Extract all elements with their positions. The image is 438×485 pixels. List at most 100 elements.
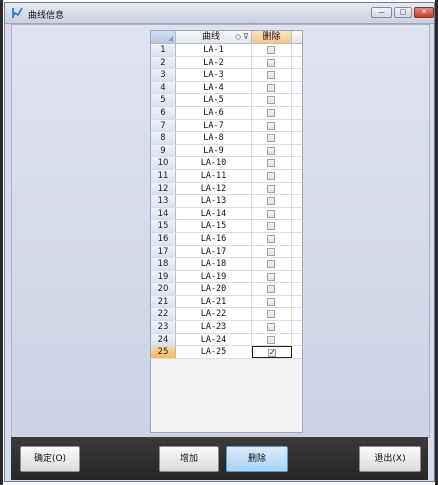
delete-cell[interactable] (252, 207, 292, 220)
delete-checkbox[interactable] (267, 108, 275, 117)
table-row[interactable]: 23 LA-23 (151, 321, 302, 334)
delete-cell[interactable] (252, 245, 292, 258)
delete-cell[interactable] (252, 144, 292, 157)
curve-name-cell[interactable]: LA-8 (176, 132, 252, 144)
curve-name-cell[interactable]: LA-14 (176, 207, 252, 220)
row-number[interactable]: 12 (151, 182, 176, 195)
row-number[interactable]: 6 (151, 106, 176, 119)
curve-name-cell[interactable]: LA-7 (176, 119, 252, 132)
table-row[interactable]: 16 LA-16 (151, 232, 302, 246)
table-row[interactable]: 21 LA-21 (151, 295, 302, 309)
row-number[interactable]: 5 (151, 94, 176, 106)
delete-cell[interactable] (252, 119, 292, 132)
table-row[interactable]: 10 LA-10 (151, 157, 302, 170)
table-row[interactable]: 8 LA-8 (151, 132, 302, 145)
curve-name-cell[interactable]: LA-4 (176, 81, 252, 94)
row-number[interactable]: 7 (151, 119, 176, 132)
delete-checkbox[interactable] (267, 58, 275, 67)
curve-name-cell[interactable]: LA-23 (176, 321, 252, 333)
curve-grid[interactable]: 曲线 ◇ ⊽ 删除 1 LA-1 2 LA-2 3 LA-3 4 LA-4 5 LA-5 6 LA-6… (150, 30, 303, 433)
delete-checkbox[interactable] (267, 171, 275, 180)
row-number[interactable]: 11 (151, 169, 176, 182)
delete-cell[interactable] (252, 69, 292, 81)
column-header-delete[interactable]: 删除 (252, 31, 292, 43)
delete-checkbox[interactable] (267, 96, 275, 105)
curve-name-cell[interactable]: LA-9 (176, 144, 252, 157)
row-number[interactable]: 8 (151, 132, 176, 144)
row-number[interactable]: 24 (151, 333, 176, 346)
table-row[interactable]: 5 LA-5 (151, 94, 302, 107)
delete-checkbox[interactable] (267, 83, 275, 92)
curve-name-cell[interactable]: LA-11 (176, 169, 252, 182)
delete-cell[interactable] (252, 169, 292, 182)
table-row[interactable]: 4 LA-4 (151, 81, 302, 95)
row-number[interactable]: 21 (151, 295, 176, 308)
title-bar[interactable]: 曲线信息 — □ ✕ (5, 3, 434, 24)
row-number[interactable]: 17 (151, 245, 176, 258)
row-number[interactable]: 16 (151, 232, 176, 245)
filter-icon[interactable]: ⊽ (243, 31, 249, 43)
table-row[interactable]: 6 LA-6 (151, 106, 302, 120)
curve-name-cell[interactable]: LA-3 (176, 69, 252, 81)
delete-cell[interactable] (252, 94, 292, 106)
table-row[interactable]: 3 LA-3 (151, 69, 302, 82)
table-row[interactable]: 12 LA-12 (151, 182, 302, 196)
curve-name-cell[interactable]: LA-18 (176, 258, 252, 270)
delete-checkbox[interactable] (267, 323, 275, 332)
delete-cell[interactable] (252, 270, 292, 283)
curve-name-cell[interactable]: LA-5 (176, 94, 252, 106)
delete-cell[interactable] (252, 258, 292, 270)
delete-cell[interactable] (252, 132, 292, 144)
delete-checkbox[interactable] (267, 134, 275, 143)
table-row[interactable]: 17 LA-17 (151, 245, 302, 259)
row-number[interactable]: 4 (151, 81, 176, 94)
add-button[interactable]: 增加 (159, 446, 219, 472)
curve-name-cell[interactable]: LA-6 (176, 106, 252, 119)
curve-name-cell[interactable]: LA-17 (176, 245, 252, 258)
table-row[interactable]: 18 LA-18 (151, 258, 302, 271)
exit-button[interactable]: 退出(X) (359, 446, 421, 472)
delete-checkbox[interactable] (267, 146, 275, 155)
row-number[interactable]: 2 (151, 56, 176, 69)
delete-checkbox[interactable] (267, 222, 275, 231)
row-number[interactable]: 23 (151, 321, 176, 333)
table-row[interactable]: 15 LA-15 (151, 220, 302, 233)
row-number[interactable]: 1 (151, 44, 176, 56)
table-row[interactable]: 22 LA-22 (151, 308, 302, 322)
minimize-button[interactable]: — (371, 7, 392, 18)
delete-checkbox[interactable] (267, 297, 275, 306)
delete-checkbox[interactable] (267, 197, 275, 206)
delete-cell[interactable] (252, 220, 292, 232)
table-row[interactable]: 24 LA-24 (151, 333, 302, 347)
delete-checkbox[interactable] (267, 71, 275, 80)
table-row[interactable]: 25 LA-25 ✓ (151, 346, 302, 359)
row-number[interactable]: 10 (151, 157, 176, 169)
curve-name-cell[interactable]: LA-15 (176, 220, 252, 232)
curve-name-cell[interactable]: LA-13 (176, 195, 252, 207)
delete-cell[interactable] (252, 295, 292, 308)
close-button[interactable]: ✕ (414, 7, 434, 18)
curve-name-cell[interactable]: LA-19 (176, 270, 252, 283)
delete-checkbox[interactable] (267, 247, 275, 256)
delete-checkbox[interactable] (267, 159, 275, 168)
row-number[interactable]: 3 (151, 69, 176, 81)
delete-cell[interactable] (252, 81, 292, 94)
table-row[interactable]: 11 LA-11 (151, 169, 302, 183)
delete-checkbox[interactable] (267, 46, 275, 54)
delete-checkbox[interactable] (267, 121, 275, 130)
delete-cell[interactable] (252, 44, 292, 56)
sort-icon[interactable]: ◇ (235, 31, 241, 43)
table-row[interactable]: 9 LA-9 (151, 144, 302, 158)
select-all-corner[interactable] (151, 31, 176, 43)
row-number[interactable]: 18 (151, 258, 176, 270)
row-number[interactable]: 14 (151, 207, 176, 220)
curve-name-cell[interactable]: LA-2 (176, 56, 252, 69)
table-row[interactable]: 13 LA-13 (151, 195, 302, 208)
delete-cell[interactable] (252, 195, 292, 207)
table-row[interactable]: 2 LA-2 (151, 56, 302, 70)
row-number[interactable]: 25 (151, 346, 176, 358)
row-number[interactable]: 9 (151, 144, 176, 157)
curve-name-cell[interactable]: LA-20 (176, 283, 252, 295)
curve-name-cell[interactable]: LA-12 (176, 182, 252, 195)
table-row[interactable]: 19 LA-19 (151, 270, 302, 284)
